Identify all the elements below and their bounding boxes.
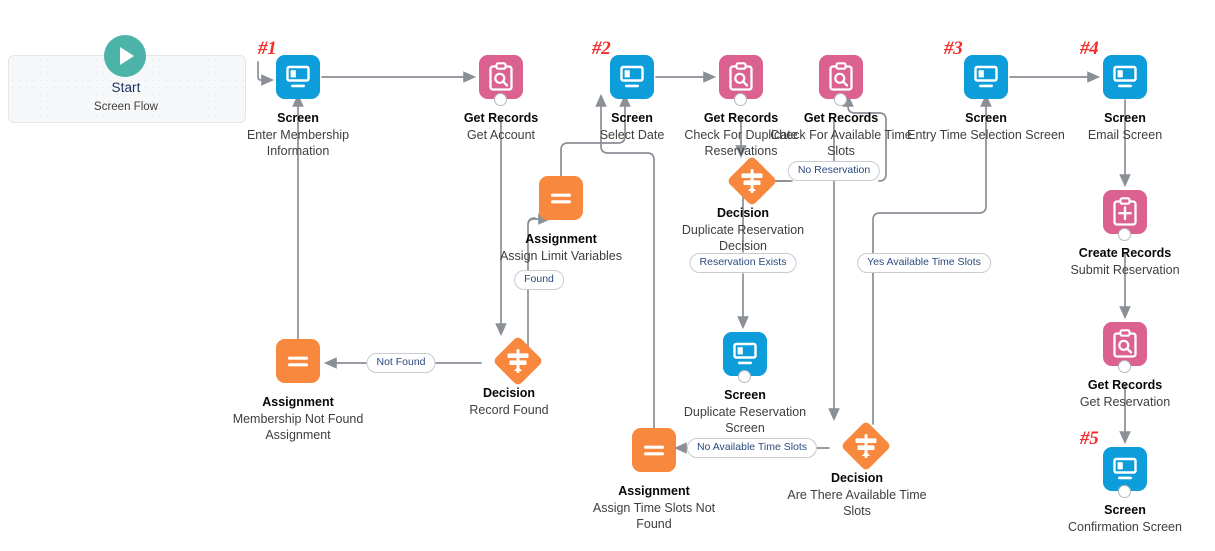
decision-icon — [494, 337, 542, 385]
node-connector-dot[interactable] — [1118, 360, 1131, 373]
node-type-label: Get Records — [1087, 378, 1163, 392]
step-marker-3: #3 — [944, 38, 963, 59]
node-icon-wrap[interactable] — [1103, 190, 1147, 241]
node-connector-dot[interactable] — [834, 93, 847, 106]
node-icon-wrap[interactable] — [721, 150, 776, 205]
assignment-icon — [276, 339, 320, 383]
node-icon-wrap[interactable] — [479, 55, 523, 106]
connector-label-no-reservation: No Reservation — [787, 161, 881, 181]
flow-node-assign-limit-variables[interactable]: Assignment Assign Limit Variables — [481, 176, 641, 265]
node-type-label: Screen — [277, 111, 319, 125]
assignment-icon — [632, 428, 676, 472]
node-connector-dot[interactable] — [1118, 485, 1131, 498]
node-name-label: Assign Limit Variables — [499, 249, 623, 263]
screen-icon — [1103, 55, 1147, 99]
step-marker-5: #5 — [1080, 428, 1099, 449]
node-name-label: Enter Membership Information — [246, 128, 350, 158]
flow-node-screen-email[interactable]: Screen Email Screen — [1045, 55, 1205, 144]
node-type-label: Assignment — [618, 484, 690, 498]
flow-node-screen-enter-membership[interactable]: Screen Enter Membership Information — [218, 55, 378, 159]
node-icon-wrap[interactable] — [719, 55, 763, 106]
node-icon-wrap[interactable] — [835, 415, 890, 470]
node-name-label: Email Screen — [1087, 128, 1163, 142]
play-triangle — [120, 47, 134, 65]
flow-node-create-submit-reservation[interactable]: Create Records Submit Reservation — [1045, 190, 1205, 279]
flow-node-assign-membership-not-found[interactable]: Assignment Membership Not Found Assignmen… — [218, 339, 378, 443]
play-icon[interactable] — [104, 35, 146, 77]
connector-label-found: Found — [514, 270, 564, 290]
node-icon-wrap[interactable] — [1103, 55, 1147, 99]
flow-node-screen-duplicate-reservation[interactable]: Screen Duplicate Reservation Screen — [665, 332, 825, 436]
node-connector-dot[interactable] — [738, 370, 751, 383]
node-icon-wrap[interactable] — [1103, 447, 1147, 498]
step-marker-4: #4 — [1080, 38, 1099, 59]
node-icon-wrap[interactable] — [276, 339, 320, 383]
node-connector-dot[interactable] — [734, 93, 747, 106]
node-connector-dot[interactable] — [494, 93, 507, 106]
node-name-label: Check For Available Time Slots — [770, 128, 912, 158]
node-type-label: Assignment — [525, 232, 597, 246]
flow-node-decision-record-found[interactable]: Decision Record Found — [429, 337, 589, 419]
node-name-label: Duplicate Reservation Decision — [681, 223, 805, 253]
node-icon-wrap[interactable] — [1103, 322, 1147, 373]
step-marker-2: #2 — [592, 38, 611, 59]
start-sublabel: Screen Flow — [94, 101, 158, 113]
node-name-label: Get Reservation — [1079, 395, 1171, 409]
step-marker-1: #1 — [258, 38, 277, 59]
node-name-label: Submit Reservation — [1070, 263, 1180, 277]
node-type-label: Create Records — [1078, 246, 1172, 260]
connector-label-yes-available-time-slots: Yes Available Time Slots — [857, 253, 991, 273]
node-name-label: Confirmation Screen — [1068, 520, 1182, 534]
node-connector-dot[interactable] — [1118, 228, 1131, 241]
node-type-label: Assignment — [262, 395, 334, 409]
flow-node-screen-entry-time-selection[interactable]: Screen Entry Time Selection Screen — [906, 55, 1066, 144]
connector-label-no-available-time-slots: No Available Time Slots — [686, 438, 818, 458]
node-type-label: Screen — [1104, 503, 1146, 517]
node-icon-wrap[interactable] — [539, 176, 583, 220]
node-icon-wrap[interactable] — [610, 55, 654, 99]
flow-node-screen-confirmation[interactable]: Screen Confirmation Screen — [1045, 447, 1205, 536]
screen-icon — [964, 55, 1008, 99]
flow-canvas[interactable]: Start Screen Flow Screen Enter Membership… — [0, 0, 1215, 551]
flow-node-get-reservation[interactable]: Get Records Get Reservation — [1045, 322, 1205, 411]
node-icon-wrap[interactable] — [819, 55, 863, 106]
node-icon-wrap[interactable] — [723, 332, 767, 383]
node-icon-wrap[interactable] — [276, 55, 320, 99]
decision-icon — [842, 422, 890, 470]
node-type-label: Screen — [724, 388, 766, 402]
decision-icon — [728, 157, 776, 205]
node-type-label: Screen — [965, 111, 1007, 125]
assignment-icon — [539, 176, 583, 220]
node-name-label: Entry Time Selection Screen — [907, 128, 1065, 142]
connector-label-reservation-exists: Reservation Exists — [689, 253, 797, 273]
flow-node-get-available-time-slots[interactable]: Get Records Check For Available Time Slot… — [761, 55, 921, 159]
screen-icon — [276, 55, 320, 99]
node-name-label: Assign Time Slots Not Found — [592, 501, 716, 531]
node-icon-wrap[interactable] — [487, 330, 542, 385]
node-name-label: Membership Not Found Assignment — [232, 412, 364, 442]
screen-icon — [610, 55, 654, 99]
connector-label-not-found: Not Found — [366, 353, 436, 373]
node-name-label: Are There Available Time Slots — [787, 488, 927, 518]
node-icon-wrap[interactable] — [964, 55, 1008, 99]
node-type-label: Screen — [1104, 111, 1146, 125]
node-name-label: Record Found — [469, 403, 549, 417]
node-type-label: Get Records — [803, 111, 879, 125]
node-icon-wrap[interactable] — [632, 428, 676, 472]
start-label: Start — [111, 80, 141, 95]
